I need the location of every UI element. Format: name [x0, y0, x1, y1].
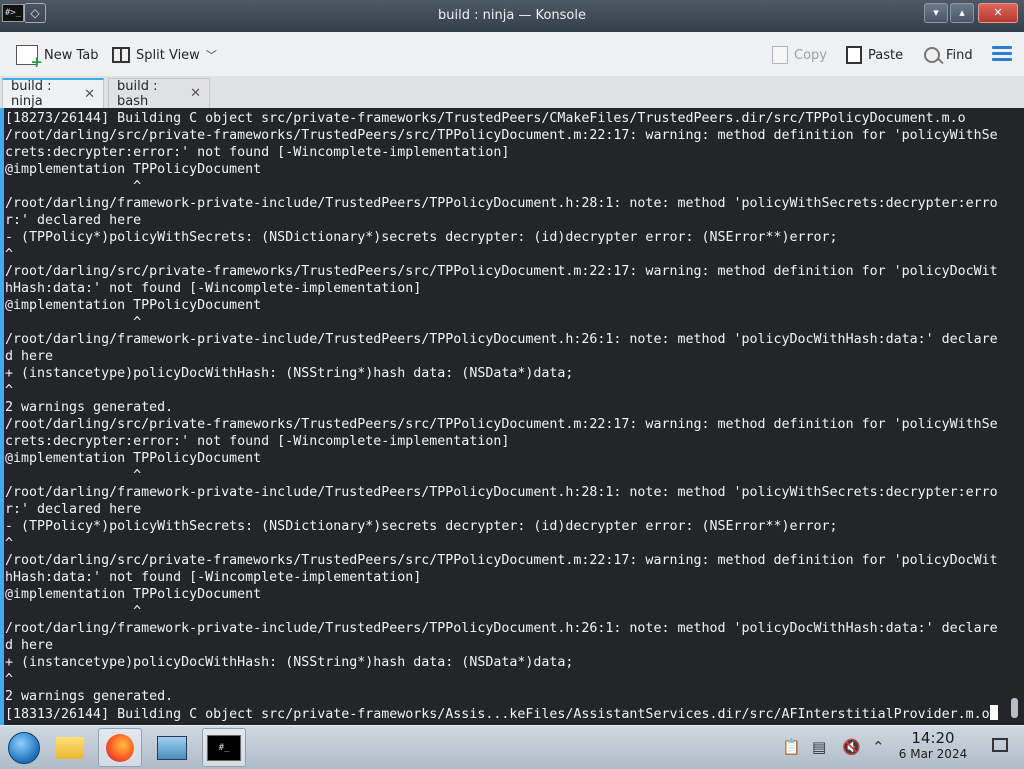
search-icon — [924, 47, 940, 63]
terminal-line: + (instancetype)policyDocWithHash: (NSSt… — [5, 655, 574, 670]
window-title: build : ninja — Konsole — [438, 8, 586, 23]
terminal-line: ^ — [5, 247, 14, 262]
terminal-line: d here — [5, 349, 54, 364]
taskbar-firefox[interactable] — [98, 728, 142, 767]
terminal-line: @implementation TPPolicyDocument — [5, 587, 262, 602]
terminal-line: 2 warnings generated. — [5, 400, 174, 415]
notes-icon[interactable]: ▤ — [812, 738, 826, 756]
start-menu-button[interactable] — [2, 728, 46, 767]
terminal-line: - (TPPolicy*)policyWithSecrets: (NSDicti… — [5, 230, 838, 245]
minimize-button[interactable]: ▾ — [924, 3, 948, 23]
copy-label: Copy — [794, 47, 827, 63]
close-tab-icon[interactable]: ✕ — [190, 86, 201, 101]
chevron-down-icon: ﹀ — [205, 49, 217, 62]
window-titlebar: #>_ ◇ build : ninja — Konsole ▾ ▴ ✕ — [0, 0, 1024, 32]
new-tab-button[interactable]: New Tab — [16, 44, 99, 71]
terminal-line: hHash:data:' not found [-Wincomplete-imp… — [5, 570, 422, 585]
tab-label: build : bash — [117, 78, 158, 109]
terminal-line: /root/darling/framework-private-include/… — [5, 196, 998, 211]
clipboard-icon[interactable]: 📋 — [782, 738, 801, 756]
split-view-button[interactable]: Split View ﹀ — [112, 44, 217, 66]
paste-label: Paste — [868, 47, 904, 63]
terminal-line: ^ — [5, 383, 14, 398]
terminal-line: hHash:data:' not found [-Wincomplete-imp… — [5, 281, 422, 296]
terminal-line: /root/darling/src/private-frameworks/Tru… — [5, 264, 998, 279]
tab-label: build : ninja — [11, 79, 52, 109]
terminal-line: r:' declared here — [5, 502, 142, 517]
volume-muted-icon[interactable]: 🔇 — [842, 738, 861, 756]
terminal-line: /root/darling/framework-private-include/… — [5, 621, 998, 636]
terminal-line: - (TPPolicy*)policyWithSecrets: (NSDicti… — [5, 519, 838, 534]
paste-icon — [846, 46, 862, 64]
chevron-up-icon[interactable]: ⌃ — [872, 738, 885, 756]
terminal-line: d here — [5, 638, 54, 653]
terminal-line: 2 warnings generated. — [5, 689, 174, 704]
taskbar-konsole[interactable]: #_ — [202, 728, 246, 767]
terminal-icon: #_ — [207, 734, 241, 761]
taskbar-file-manager[interactable] — [48, 728, 92, 767]
terminal-line: /root/darling/framework-private-include/… — [5, 485, 998, 500]
maximize-button[interactable]: ▴ — [950, 3, 974, 23]
terminal-line: @implementation TPPolicyDocument — [5, 162, 262, 177]
system-monitor-icon — [157, 735, 187, 760]
clock[interactable]: 14:20 6 Mar 2024 — [898, 729, 968, 761]
terminal-line: ^ — [5, 604, 142, 619]
copy-button[interactable]: Copy — [772, 44, 827, 66]
tab-build-ninja[interactable]: build : ninja ✕ — [2, 78, 104, 109]
new-tab-icon — [16, 45, 43, 71]
terminal-line: ^ — [5, 179, 142, 194]
terminal-line: + (instancetype)policyDocWithHash: (NSSt… — [5, 366, 574, 381]
terminal-output: [18273/26144] Building C object src/priv… — [5, 110, 1005, 723]
terminal-line: ^ — [5, 315, 142, 330]
terminal-line: /root/darling/src/private-frameworks/Tru… — [5, 417, 998, 432]
text-cursor — [989, 705, 998, 720]
close-button[interactable]: ✕ — [978, 3, 1018, 23]
firefox-icon — [106, 733, 134, 762]
scrollbar-thumb[interactable] — [1011, 698, 1018, 718]
terminal-line: r:' declared here — [5, 213, 142, 228]
terminal-line: [18273/26144] Building C object src/priv… — [5, 111, 966, 126]
tab-bar: build : ninja ✕ build : bash ✕ — [0, 76, 1024, 109]
find-label: Find — [946, 47, 973, 63]
terminal-line: [18313/26144] Building C object src/priv… — [5, 707, 990, 722]
new-tab-label: New Tab — [44, 47, 99, 63]
taskbar: #_ 📋 ▤ 🔇 ⌃ 14:20 6 Mar 2024 — [0, 725, 1024, 769]
start-orb-icon — [8, 731, 40, 764]
split-view-label: Split View — [136, 47, 200, 63]
clock-time: 14:20 — [911, 729, 955, 747]
clock-date: 6 Mar 2024 — [898, 747, 968, 761]
folder-icon — [56, 736, 84, 759]
split-view-icon — [112, 47, 130, 63]
show-desktop-icon[interactable] — [992, 738, 1008, 752]
find-button[interactable]: Find — [924, 44, 973, 66]
terminal-line: crets:decrypter:error:' not found [-Winc… — [5, 145, 510, 160]
terminal-line: ^ — [5, 536, 14, 551]
copy-icon — [772, 46, 788, 64]
terminal-line: crets:decrypter:error:' not found [-Winc… — [5, 434, 510, 449]
terminal-line: /root/darling/framework-private-include/… — [5, 332, 998, 347]
close-tab-icon[interactable]: ✕ — [84, 87, 95, 102]
terminal-line: ^ — [5, 672, 14, 687]
konsole-toolbar: New Tab Split View ﹀ Copy Paste Find — [0, 32, 1024, 76]
terminal-line: /root/darling/src/private-frameworks/Tru… — [5, 553, 998, 568]
terminal-line: @implementation TPPolicyDocument — [5, 298, 262, 313]
terminal-line: /root/darling/src/private-frameworks/Tru… — [5, 128, 998, 143]
terminal-view[interactable]: [18273/26144] Building C object src/priv… — [0, 108, 1024, 725]
paste-button[interactable]: Paste — [846, 44, 903, 66]
terminal-line: ^ — [5, 468, 142, 483]
tab-build-bash[interactable]: build : bash ✕ — [108, 78, 210, 109]
taskbar-system-monitor[interactable] — [150, 728, 194, 767]
hamburger-menu-icon[interactable] — [992, 46, 1012, 62]
terminal-line: @implementation TPPolicyDocument — [5, 451, 262, 466]
